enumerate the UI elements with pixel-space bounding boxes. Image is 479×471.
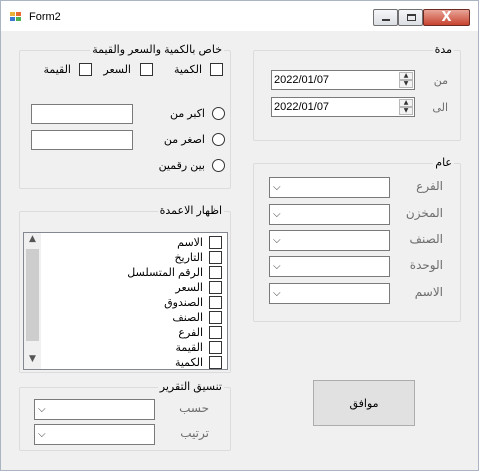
value-checkbox-label: القيمة [43, 64, 71, 76]
to-label: الى [432, 102, 448, 114]
general-group: عام ⌵ الفرع ⌵ المخزن ⌵ الصنف ⌵ الوحدة ⌵ … [253, 156, 461, 322]
to-date-value: 2022/01/07 [274, 101, 330, 113]
list-item[interactable]: الصنف [52, 310, 222, 325]
from-date-spinner[interactable]: ▲ ▼ [399, 72, 413, 88]
less-than-radio[interactable] [212, 133, 225, 146]
list-item-checkbox[interactable] [209, 281, 222, 294]
format-group: تنسيق التقرير ⌵ حسب ⌵ ترتيب [19, 380, 231, 451]
from-label: من [433, 75, 448, 87]
form2-window: Form2 X خاص بالكمية والسعر والقيمة الكمي… [0, 0, 479, 471]
list-item-checkbox[interactable] [209, 266, 222, 279]
client-area: خاص بالكمية والسعر والقيمة الكمية السعر … [5, 31, 475, 468]
to-date-spinner[interactable]: ▲ ▼ [399, 99, 413, 115]
group-by-combo[interactable]: ⌵ [34, 399, 155, 420]
qty-price-group-title: خاص بالكمية والسعر والقيمة [90, 43, 224, 56]
sort-order-combo[interactable]: ⌵ [34, 424, 155, 445]
item-combo[interactable]: ⌵ [269, 230, 390, 251]
price-checkbox-label: السعر [103, 64, 131, 76]
list-item-checkbox[interactable] [209, 326, 222, 339]
chevron-down-icon: ⌵ [273, 261, 281, 272]
chevron-down-icon: ⌵ [273, 182, 281, 193]
warehouse-label: المخزن [405, 206, 443, 220]
value-checkbox[interactable] [79, 63, 92, 76]
chevron-down-icon: ⌵ [273, 288, 281, 299]
unit-label: الوحدة [409, 258, 443, 272]
branch-label: الفرع [416, 179, 443, 193]
ok-button[interactable]: موافق [313, 380, 415, 426]
app-form-icon [10, 12, 22, 22]
greater-than-input[interactable] [31, 104, 133, 124]
greater-than-label: اكبر من [169, 108, 205, 120]
qty-checkbox-label: الكمية [173, 64, 202, 76]
title-bar[interactable]: Form2 X [1, 1, 478, 31]
list-item[interactable]: الصندوق [52, 295, 222, 310]
period-group: مدة 2022/01/07 ▲ ▼ من 2022/01/07 ▲ ▼ الى [253, 43, 461, 141]
group-by-label: حسب [179, 401, 209, 415]
minimize-button[interactable] [373, 9, 398, 26]
list-item[interactable]: القيمة [52, 340, 222, 355]
scroll-down-icon[interactable]: ▼ [24, 354, 41, 368]
name-combo[interactable]: ⌵ [269, 283, 390, 304]
list-item-checkbox[interactable] [209, 356, 222, 369]
close-button[interactable]: X [423, 9, 470, 26]
between-radio[interactable] [212, 159, 225, 172]
less-than-input[interactable] [31, 130, 133, 150]
minimize-icon [382, 19, 390, 21]
period-group-title: مدة [432, 43, 454, 56]
less-than-label: اصغر من [163, 134, 205, 146]
chevron-down-icon: ⌵ [273, 235, 281, 246]
list-item-checkbox[interactable] [209, 341, 222, 354]
list-item[interactable]: التاريخ [52, 250, 222, 265]
list-item-checkbox[interactable] [209, 311, 222, 324]
list-item[interactable]: الكمية [52, 355, 222, 369]
columns-group-title: اظهار الاعمدة [157, 204, 224, 217]
list-item-checkbox[interactable] [209, 251, 222, 264]
chevron-down-icon: ⌵ [38, 429, 46, 440]
maximize-icon [407, 14, 416, 21]
from-date-picker[interactable]: 2022/01/07 ▲ ▼ [271, 70, 415, 90]
list-item-checkbox[interactable] [209, 296, 222, 309]
branch-combo[interactable]: ⌵ [269, 177, 390, 198]
between-label: بين رقمين [158, 160, 205, 172]
general-group-title: عام [433, 156, 454, 169]
maximize-button[interactable] [398, 9, 423, 26]
to-date-picker[interactable]: 2022/01/07 ▲ ▼ [271, 97, 415, 117]
list-item[interactable]: السعر [52, 280, 222, 295]
list-item[interactable]: الرقم المتسلسل [52, 265, 222, 280]
columns-group: اظهار الاعمدة ▲ ▼ الاسم التاريخ الرقم ال… [19, 204, 231, 373]
window-title: Form2 [29, 11, 61, 23]
list-item[interactable]: الاسم [52, 235, 222, 250]
close-icon: X [441, 10, 452, 25]
scroll-up-icon[interactable]: ▲ [24, 234, 41, 248]
greater-than-radio[interactable] [212, 107, 225, 120]
format-group-title: تنسيق التقرير [157, 380, 224, 393]
price-checkbox[interactable] [140, 63, 153, 76]
from-date-value: 2022/01/07 [274, 74, 330, 86]
scroll-thumb[interactable] [26, 249, 39, 341]
chevron-down-icon: ⌵ [38, 404, 46, 415]
sort-order-label: ترتيب [180, 426, 209, 440]
qty-checkbox[interactable] [210, 63, 223, 76]
columns-scrollbar[interactable]: ▲ ▼ [24, 233, 41, 369]
ok-button-label: موافق [349, 398, 379, 410]
list-item-checkbox[interactable] [209, 236, 222, 249]
chevron-down-icon: ⌵ [273, 209, 281, 220]
columns-checklist[interactable]: ▲ ▼ الاسم التاريخ الرقم المتسلسل السعر ا… [23, 232, 228, 370]
item-label: الصنف [409, 232, 443, 246]
name-label: الاسم [414, 285, 443, 299]
warehouse-combo[interactable]: ⌵ [269, 204, 390, 225]
qty-price-group: خاص بالكمية والسعر والقيمة الكمية السعر … [19, 43, 231, 189]
list-item[interactable]: الفرع [52, 325, 222, 340]
unit-combo[interactable]: ⌵ [269, 256, 390, 277]
